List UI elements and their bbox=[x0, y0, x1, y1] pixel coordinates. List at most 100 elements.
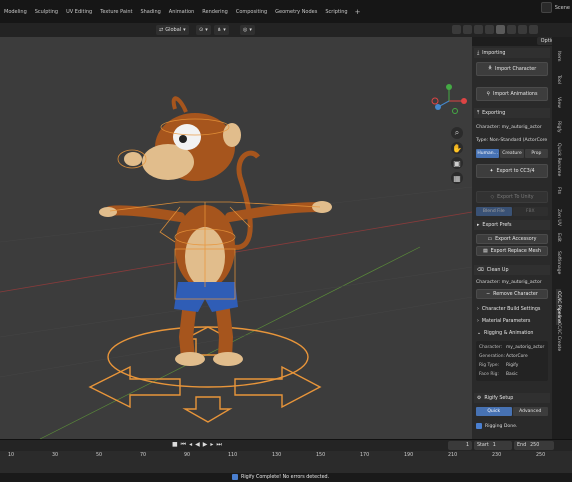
sidebar-tab-edit[interactable]: Edit bbox=[556, 233, 561, 242]
sidebar-tab-cc-ic-create[interactable]: CC/iC Create bbox=[556, 322, 561, 351]
remove-character-label: Remove Character bbox=[493, 291, 538, 297]
type-creature-button[interactable]: Creature bbox=[500, 149, 524, 158]
scene-label: Scene bbox=[554, 4, 570, 11]
3d-viewport[interactable]: ⌕ ✋ ▣ ▦ bbox=[0, 37, 472, 439]
proportional-editing-toggle[interactable]: ◎ ▾ bbox=[240, 25, 255, 35]
quick-mode-button[interactable]: Quick bbox=[476, 407, 512, 416]
remove-character-button[interactable]: − Remove Character bbox=[476, 289, 548, 299]
export-icon: ⤒ bbox=[477, 111, 480, 116]
end-frame-field[interactable]: End 250 bbox=[514, 441, 554, 450]
export-prefs-header[interactable]: ▸ Export Prefs bbox=[474, 220, 550, 230]
exporting-header[interactable]: ⤒ Exporting bbox=[474, 108, 550, 118]
keyframe-icon[interactable]: ■ bbox=[172, 441, 178, 449]
blend-file-button[interactable]: Blend File bbox=[476, 207, 512, 216]
zoom-icon[interactable]: ⌕ bbox=[451, 127, 463, 139]
current-frame-field[interactable]: 1 bbox=[448, 441, 472, 450]
next-key-icon[interactable]: ▸ bbox=[210, 441, 213, 449]
workspace-tab-shading[interactable]: Shading bbox=[136, 9, 164, 15]
export-replace-mesh-button[interactable]: ▤ Export Replace Mesh bbox=[476, 246, 548, 256]
info-row-rig-type: Rig Type: Rigify bbox=[479, 363, 518, 368]
export-cc34-button[interactable]: ✦ Export to CC3/4 bbox=[476, 164, 548, 178]
workspace-tab-modeling[interactable]: Modeling bbox=[0, 9, 31, 15]
minus-icon: − bbox=[486, 291, 491, 297]
type-prop-button[interactable]: Prop bbox=[524, 149, 548, 158]
scene-selector[interactable]: Scene bbox=[540, 2, 570, 13]
type-human-button[interactable]: Human... bbox=[476, 149, 500, 158]
export-character-type: Type: Non-Standard (ActorCore bbox=[476, 138, 548, 143]
export-unity-button[interactable]: ◇ Export To Unity bbox=[476, 191, 548, 203]
sidebar-tab-view[interactable]: View bbox=[556, 97, 561, 108]
info-key: Face Rig: bbox=[479, 372, 499, 377]
clean-up-header[interactable]: ⌫ Clean Up bbox=[474, 265, 550, 275]
clean-up-label: Clean Up bbox=[486, 267, 509, 273]
export-accessory-button[interactable]: ▭ Export Accessory bbox=[476, 234, 548, 244]
sidebar-tab-item[interactable]: Item bbox=[556, 51, 561, 61]
proportional-icon: ◎ bbox=[243, 27, 248, 33]
jump-start-icon[interactable]: ⏮ bbox=[181, 441, 186, 449]
workspace-tab-rendering[interactable]: Rendering bbox=[198, 9, 232, 15]
solid-shading-icon[interactable] bbox=[496, 25, 505, 34]
hand-pan-icon[interactable]: ✋ bbox=[451, 142, 463, 154]
sidebar-tab-zen-uv[interactable]: Zen UV bbox=[556, 209, 561, 226]
rigify-setup-header[interactable]: ⚙ Rigify Setup bbox=[474, 393, 550, 403]
play-icon[interactable]: ▶ bbox=[203, 441, 208, 449]
sidebar-tab-softimage[interactable]: Softimage bbox=[556, 251, 561, 274]
root-rig-control[interactable] bbox=[88, 326, 322, 423]
sidebar-tab-rigfy[interactable]: Rigfy bbox=[556, 121, 561, 133]
playback-controls: ■ ⏮ ◂ ◀ ▶ ▸ ⏭ bbox=[172, 441, 222, 449]
snapping-toggle[interactable]: ⋔ ▾ bbox=[214, 25, 229, 35]
import-animations-button[interactable]: ⚲ Import Animations bbox=[476, 87, 548, 101]
character-build-settings-header[interactable]: › Character Build Settings bbox=[474, 304, 550, 314]
jump-end-icon[interactable]: ⏭ bbox=[216, 441, 221, 449]
start-frame-field[interactable]: Start 1 bbox=[474, 441, 512, 450]
overlay-icon[interactable] bbox=[474, 25, 483, 34]
sidebar-tab-ftn[interactable]: Ftn bbox=[556, 187, 561, 194]
workspace-tab-geometry-nodes[interactable]: Geometry Nodes bbox=[271, 9, 321, 15]
play-reverse-icon[interactable]: ◀ bbox=[195, 441, 200, 449]
info-key: Character: bbox=[479, 345, 503, 350]
transform-orientation-dropdown[interactable]: ⇄ Global ▾ bbox=[156, 25, 189, 35]
workspace-tab-sculpting[interactable]: Sculpting bbox=[31, 9, 62, 15]
add-workspace-button[interactable]: + bbox=[352, 8, 364, 16]
navigation-gizmo[interactable] bbox=[431, 81, 467, 121]
info-icon bbox=[232, 474, 238, 480]
rig-icon: ⚙ bbox=[477, 395, 482, 401]
visibility-icon[interactable] bbox=[452, 25, 461, 34]
advanced-mode-button[interactable]: Advanced bbox=[512, 407, 548, 416]
timeline-tick-label: 150 bbox=[316, 453, 326, 458]
cc-pipeline-panel: ⤓ Importing 🯅 Import Character ⚲ Import Ani… bbox=[472, 46, 552, 439]
workspace-tab-scripting[interactable]: Scripting bbox=[321, 9, 351, 15]
gizmo-icon[interactable] bbox=[463, 25, 472, 34]
workspace-tab-animation[interactable]: Animation bbox=[165, 9, 199, 15]
chevron-down-icon: ▾ bbox=[249, 27, 252, 33]
grid-view-icon[interactable]: ▦ bbox=[451, 172, 463, 184]
sidebar-tab-tool[interactable]: Tool bbox=[556, 75, 561, 84]
xray-icon[interactable] bbox=[485, 25, 494, 34]
pivot-dropdown[interactable]: ⊙ ▾ bbox=[196, 25, 211, 35]
info-key: Rig Type: bbox=[479, 363, 500, 368]
timeline-tick-label: 210 bbox=[448, 453, 458, 458]
character-type-buttons: Human... Creature Prop bbox=[476, 149, 548, 158]
start-label: Start bbox=[477, 443, 489, 448]
rendered-shading-icon[interactable] bbox=[529, 25, 538, 34]
importing-header[interactable]: ⤓ Importing bbox=[474, 48, 550, 58]
prev-key-icon[interactable]: ◂ bbox=[189, 441, 192, 449]
wireframe-shading-icon[interactable] bbox=[507, 25, 516, 34]
import-character-button[interactable]: 🯅 Import Character bbox=[476, 62, 548, 76]
camera-view-icon[interactable]: ▣ bbox=[451, 157, 463, 169]
workspace-tab-texture-paint[interactable]: Texture Paint bbox=[96, 9, 136, 15]
rigging-animation-header[interactable]: ⌄ Rigging & Animation bbox=[474, 328, 550, 338]
import-icon: ⤓ bbox=[477, 51, 480, 56]
workspace-tab-uv-editing[interactable]: UV Editing bbox=[62, 9, 96, 15]
pivot-icon: ⊙ bbox=[199, 27, 204, 33]
fbx-button[interactable]: FBX bbox=[512, 207, 548, 216]
rigify-mode-buttons: Quick Advanced bbox=[476, 407, 548, 416]
workspace-tab-compositing[interactable]: Compositing bbox=[232, 9, 271, 15]
timeline-ruler[interactable]: 10 30 50 70 90 110 130 150 170 190 210 230 250 bbox=[0, 451, 572, 473]
material-shading-icon[interactable] bbox=[518, 25, 527, 34]
sidebar-tab-cc-ic-pipeline[interactable]: CC/iC Pipeline bbox=[556, 289, 561, 325]
mesh-icon: ▤ bbox=[483, 248, 488, 254]
material-parameters-header[interactable]: › Material Parameters bbox=[474, 316, 550, 326]
monkey-character[interactable] bbox=[99, 96, 332, 366]
sidebar-tab-quick-rename[interactable]: Quick Rename bbox=[556, 143, 561, 176]
